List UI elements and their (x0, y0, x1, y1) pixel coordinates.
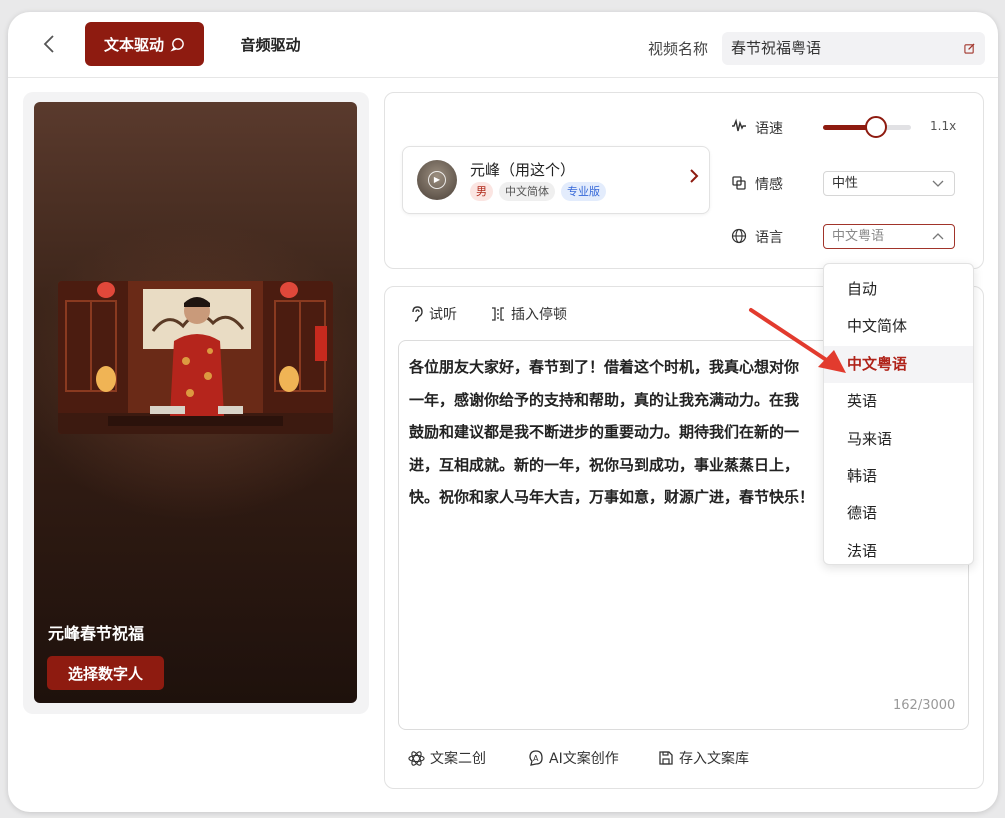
chevron-right-icon (687, 167, 701, 190)
tag-gender: 男 (470, 182, 493, 201)
chevron-down-icon (932, 172, 944, 204)
voice-avatar: ▶ (417, 160, 457, 200)
language-option-malay[interactable]: 马来语 (824, 421, 973, 458)
ai-create-label: AI文案创作 (549, 751, 619, 767)
chevron-up-icon (932, 225, 944, 257)
language-value: 中文粤语 (832, 229, 885, 244)
ai-create-button[interactable]: A AI文案创作 (528, 748, 619, 768)
emotion-label: 情感 (755, 177, 783, 193)
tab-text-drive[interactable]: 文本驱动 (85, 22, 204, 66)
globe-icon (730, 228, 748, 246)
emotion-value: 中性 (832, 176, 859, 191)
choose-avatar-button[interactable]: 选择数字人 (47, 656, 164, 690)
tab-text-drive-label: 文本驱动 (103, 35, 164, 54)
avatar-video-thumbnail (58, 281, 333, 434)
edit-icon[interactable] (964, 32, 975, 67)
emotion-icon (730, 175, 748, 193)
video-name-value: 春节祝福粤语 (731, 39, 822, 57)
voice-selector-card[interactable]: ▶ 元峰（用这个） 男 中文简体 专业版 (402, 146, 710, 214)
language-option-german[interactable]: 德语 (824, 495, 973, 532)
waveform-icon (730, 118, 748, 136)
voice-name: 元峰（用这个） (470, 161, 576, 179)
listen-label: 试听 (429, 307, 457, 323)
insert-pause-button[interactable]: 插入停顿 (490, 304, 567, 324)
char-counter: 162/3000 (893, 698, 956, 713)
avatar-preview: 元峰春节祝福 选择数字人 (34, 102, 357, 703)
speed-slider-handle[interactable] (865, 116, 887, 138)
svg-text:A: A (533, 754, 539, 763)
ear-icon (412, 306, 423, 322)
insert-pause-label: 插入停顿 (511, 307, 567, 323)
tag-edition: 专业版 (561, 182, 606, 201)
tab-audio-drive[interactable]: 音频驱动 (223, 22, 318, 66)
save-icon (659, 751, 673, 765)
video-name-label: 视频名称 (648, 40, 709, 58)
save-library-button[interactable]: 存入文案库 (658, 748, 749, 768)
language-label: 语言 (755, 230, 783, 246)
language-select[interactable]: 中文粤语 (823, 224, 955, 249)
language-option-french[interactable]: 法语 (824, 533, 973, 564)
pause-insert-icon (492, 307, 504, 321)
speed-value: 1.1x (930, 119, 957, 133)
language-option-auto[interactable]: 自动 (824, 271, 973, 308)
video-name-input[interactable]: 春节祝福粤语 (722, 32, 985, 65)
save-library-label: 存入文案库 (679, 751, 749, 767)
play-icon[interactable]: ▶ (428, 171, 446, 189)
chat-bubble-icon (170, 37, 184, 51)
atom-icon (408, 750, 425, 766)
rewrite-button[interactable]: 文案二创 (408, 748, 486, 768)
language-option-korean[interactable]: 韩语 (824, 458, 973, 495)
listen-button[interactable]: 试听 (410, 304, 457, 324)
tab-audio-drive-label: 音频驱动 (240, 35, 301, 54)
top-bar: 文本驱动 音频驱动 视频名称 春节祝福粤语 (8, 12, 998, 78)
app-window: 文本驱动 音频驱动 视频名称 春节祝福粤语 元峰春节祝福 选择数字人 ▶ 元峰（… (8, 12, 998, 812)
annotation-arrow (749, 308, 846, 373)
language-option-english[interactable]: 英语 (824, 383, 973, 420)
back-button[interactable] (38, 32, 62, 56)
tag-language: 中文简体 (499, 182, 555, 201)
voice-tags: 男 中文简体 专业版 (470, 182, 606, 201)
speed-label: 语速 (755, 121, 783, 137)
rewrite-label: 文案二创 (430, 751, 486, 767)
chevron-left-icon (43, 35, 54, 53)
emotion-select[interactable]: 中性 (823, 171, 955, 196)
avatar-name: 元峰春节祝福 (48, 624, 145, 643)
ai-icon: A (529, 750, 543, 766)
